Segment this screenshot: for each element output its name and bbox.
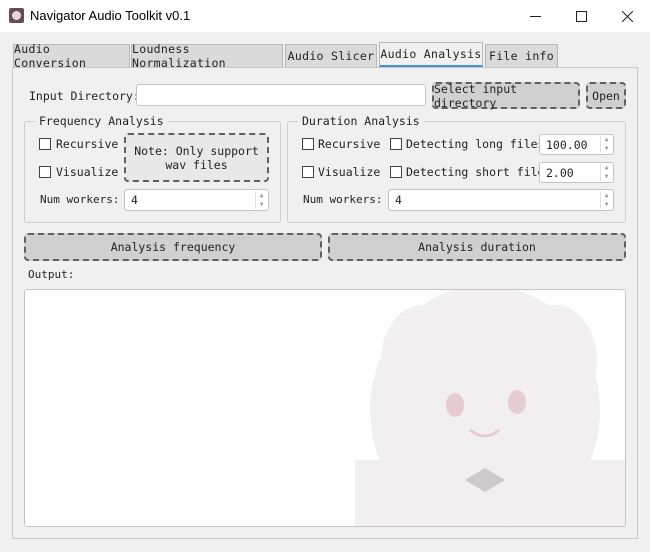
- close-button[interactable]: [604, 0, 650, 32]
- analysis-duration-button[interactable]: Analysis duration: [328, 233, 626, 261]
- tab-audio-analysis[interactable]: Audio Analysis: [379, 42, 483, 67]
- output-text-area[interactable]: [24, 289, 626, 527]
- frequency-analysis-title: Frequency Analysis: [35, 114, 168, 128]
- detect-long-files-checkbox[interactable]: [390, 138, 402, 150]
- frequency-num-workers-label: Num workers:: [40, 193, 120, 206]
- long-files-threshold-spinbox[interactable]: 100.00 ▲ ▼: [539, 134, 614, 155]
- frequency-num-workers-arrows[interactable]: ▲ ▼: [255, 191, 267, 209]
- spin-down-icon[interactable]: ▼: [601, 173, 612, 182]
- duration-visualize-checkbox[interactable]: [302, 166, 314, 178]
- short-files-threshold-value: 2.00: [546, 165, 574, 180]
- duration-num-workers-label: Num workers:: [303, 193, 383, 206]
- input-directory-label: Input Directory:: [29, 89, 140, 103]
- frequency-num-workers-spinbox[interactable]: 4 ▲ ▼: [124, 189, 269, 211]
- duration-num-workers-spinbox[interactable]: 4 ▲ ▼: [388, 189, 614, 211]
- tab-audio-conversion[interactable]: Audio Conversion: [13, 42, 130, 70]
- frequency-recursive-checkbox[interactable]: [39, 138, 51, 150]
- app-icon: [9, 8, 24, 23]
- frequency-recursive-label: Recursive: [56, 137, 119, 151]
- short-files-threshold-arrows[interactable]: ▲ ▼: [600, 164, 612, 181]
- spin-up-icon[interactable]: ▲: [601, 191, 612, 200]
- select-input-directory-button[interactable]: Select input directory: [432, 82, 580, 110]
- long-files-threshold-arrows[interactable]: ▲ ▼: [600, 136, 612, 153]
- short-files-threshold-spinbox[interactable]: 2.00 ▲ ▼: [539, 162, 614, 183]
- duration-recursive-label: Recursive: [318, 137, 381, 151]
- long-files-threshold-value: 100.00: [546, 137, 588, 152]
- spin-down-icon[interactable]: ▼: [256, 200, 267, 209]
- close-icon: [621, 10, 633, 22]
- spin-down-icon[interactable]: ▼: [601, 145, 612, 154]
- duration-recursive-checkbox[interactable]: [302, 138, 314, 150]
- frequency-num-workers-value: 4: [131, 193, 138, 207]
- spin-down-icon[interactable]: ▼: [601, 200, 612, 209]
- background-illustration: [355, 290, 625, 526]
- duration-analysis-title: Duration Analysis: [298, 114, 424, 128]
- open-button[interactable]: Open: [586, 82, 626, 109]
- output-text: [25, 290, 625, 298]
- spin-up-icon[interactable]: ▲: [256, 191, 267, 200]
- wav-support-note: Note: Only support wav files: [124, 133, 269, 182]
- duration-visualize-label: Visualize: [318, 165, 381, 179]
- input-directory-field[interactable]: [136, 84, 426, 106]
- frequency-visualize-checkbox[interactable]: [39, 166, 51, 178]
- tab-file-info[interactable]: File info: [485, 44, 558, 67]
- detect-short-files-checkbox[interactable]: [390, 166, 402, 178]
- detect-long-files-label: Detecting long files: [406, 137, 545, 151]
- spin-up-icon[interactable]: ▲: [601, 164, 612, 173]
- maximize-icon: [575, 10, 587, 22]
- frequency-visualize-label: Visualize: [56, 165, 119, 179]
- tab-loudness-normalization[interactable]: Loudness Normalization: [131, 42, 283, 70]
- minimize-icon: [529, 15, 541, 17]
- minimize-button[interactable]: [512, 0, 558, 32]
- detect-short-files-label: Detecting short files: [406, 165, 552, 179]
- output-label: Output:: [28, 268, 75, 281]
- duration-num-workers-arrows[interactable]: ▲ ▼: [600, 191, 612, 209]
- spin-up-icon[interactable]: ▲: [601, 136, 612, 145]
- duration-num-workers-value: 4: [395, 193, 402, 207]
- window-title: Navigator Audio Toolkit v0.1: [30, 8, 191, 23]
- maximize-button[interactable]: [558, 0, 604, 32]
- analysis-frequency-button[interactable]: Analysis frequency: [24, 233, 322, 261]
- tab-audio-slicer[interactable]: Audio Slicer: [285, 44, 377, 67]
